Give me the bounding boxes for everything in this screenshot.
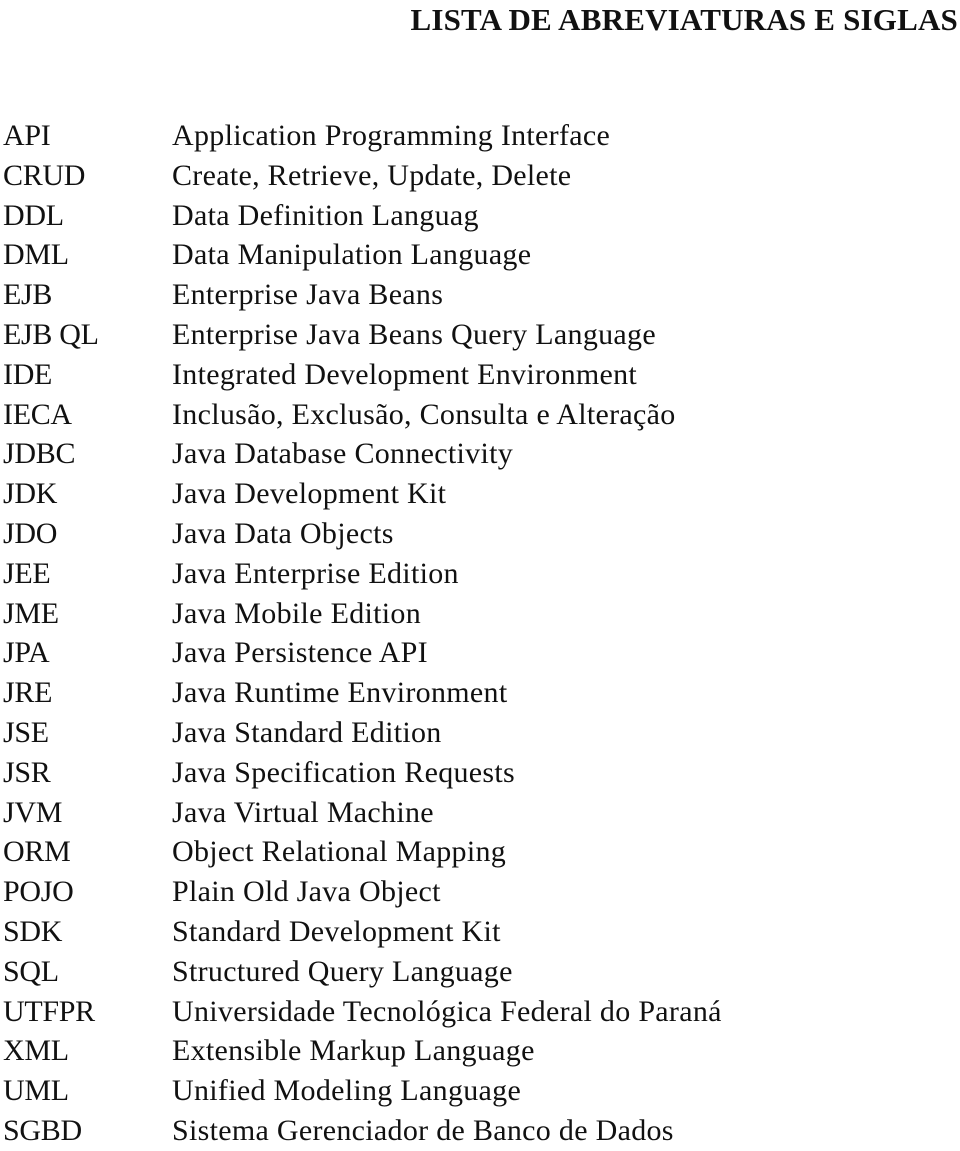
abbreviation-term: JSR <box>3 755 51 789</box>
abbreviation-definition: Structured Query Language <box>172 954 513 988</box>
abbreviation-term: CRUD <box>3 158 86 192</box>
abbreviation-row: JME Java Mobile Edition <box>3 594 722 634</box>
abbreviation-definition: Extensible Markup Language <box>172 1034 535 1068</box>
abbreviation-term: EJB QL <box>3 317 99 351</box>
abbreviation-row: SQL Structured Query Language <box>3 952 722 992</box>
abbreviation-row: SDK Standard Development Kit <box>3 912 722 952</box>
abbreviation-definition: Java Virtual Machine <box>172 795 434 829</box>
abbreviation-row: CRUD Create, Retrieve, Update, Delete <box>3 156 722 196</box>
abbreviation-row: JDK Java Development Kit <box>3 474 722 514</box>
abbreviation-row: ORM Object Relational Mapping <box>3 832 722 872</box>
abbreviation-row: API Application Programming Interface <box>3 116 722 156</box>
abbreviation-definition: Data Definition Languag <box>172 198 479 232</box>
abbreviation-row: UML Unified Modeling Language <box>3 1071 722 1111</box>
abbreviation-row: JDBC Java Database Connectivity <box>3 434 722 474</box>
abbreviation-term: SGBD <box>3 1113 82 1147</box>
abbreviation-definition: Unified Modeling Language <box>172 1074 522 1108</box>
abbreviation-term: API <box>3 119 51 152</box>
abbreviation-definition: Create, Retrieve, Update, Delete <box>172 158 572 192</box>
abbreviation-definition: Java Specification Requests <box>172 755 516 789</box>
abbreviation-definition: Java Enterprise Edition <box>172 556 459 590</box>
abbreviation-term: POJO <box>3 875 74 909</box>
abbreviation-term: JDO <box>3 516 58 550</box>
abbreviation-term: UML <box>3 1074 69 1108</box>
abbreviation-definition: Standard Development Kit <box>172 914 501 948</box>
abbreviation-term: IECA <box>3 397 72 431</box>
abbreviation-definition: Object Relational Mapping <box>172 835 507 869</box>
abbreviation-term: JME <box>3 596 59 630</box>
abbreviation-definition: Java Standard Edition <box>172 715 442 749</box>
abbreviation-definition: Sistema Gerenciador de Banco de Dados <box>172 1113 674 1147</box>
abbreviation-term: EJB <box>3 278 53 312</box>
abbreviation-definition: Java Persistence API <box>172 636 428 670</box>
abbreviation-definition: Java Mobile Edition <box>172 596 421 630</box>
abbreviation-row: JRE Java Runtime Environment <box>3 673 722 713</box>
abbreviation-row: JPA Java Persistence API <box>3 633 722 673</box>
abbreviation-row: JDO Java Data Objects <box>3 514 722 554</box>
abbreviation-term: JSE <box>3 715 49 749</box>
abbreviation-term: ORM <box>3 835 71 869</box>
abbreviation-term: SDK <box>3 914 63 948</box>
abbreviation-row: XML Extensible Markup Language <box>3 1031 722 1071</box>
abbreviation-term: JDBC <box>3 437 76 471</box>
abbreviation-row: JSE Java Standard Edition <box>3 713 722 753</box>
abbreviation-term: UTFPR <box>3 994 95 1028</box>
abbreviation-row: POJO Plain Old Java Object <box>3 872 722 912</box>
abbreviation-term: SQL <box>3 954 59 988</box>
abbreviation-row: IECA Inclusão, Exclusão, Consulta e Alter… <box>3 395 722 435</box>
abbreviation-definition: Universidade Tecnológica Federal do Para… <box>172 994 722 1028</box>
abbreviation-list: API Application Programming Interface CRUD… <box>3 116 722 1151</box>
abbreviation-definition: Java Data Objects <box>172 516 394 550</box>
abbreviation-row: EJB Enterprise Java Beans <box>3 275 722 315</box>
abbreviation-row: IDE Integrated Development Environment <box>3 355 722 395</box>
abbreviation-term: JRE <box>3 676 53 710</box>
abbreviation-definition: Java Runtime Environment <box>172 676 508 710</box>
abbreviation-term: XML <box>3 1034 69 1068</box>
abbreviation-term: JEE <box>3 556 51 590</box>
abbreviation-term: DML <box>3 238 69 272</box>
abbreviation-row: EJB QL Enterprise Java Beans Query Langua… <box>3 315 722 355</box>
abbreviation-definition: Java Development Kit <box>172 477 447 511</box>
abbreviation-definition: Integrated Development Environment <box>172 357 638 391</box>
abbreviation-row: JEE Java Enterprise Edition <box>3 554 722 594</box>
abbreviation-definition: Java Database Connectivity <box>172 437 514 471</box>
abbreviation-term: JDK <box>3 477 58 511</box>
abbreviation-row: DML Data Manipulation Language <box>3 235 722 275</box>
abbreviation-term: IDE <box>3 357 53 391</box>
abbreviation-row: JSR Java Specification Requests <box>3 753 722 793</box>
abbreviation-row: JVM Java Virtual Machine <box>3 793 722 833</box>
abbreviation-definition: Inclusão, Exclusão, Consulta e Alteração <box>172 397 676 431</box>
abbreviation-definition: Enterprise Java Beans Query Language <box>172 317 656 351</box>
page-title: LISTA DE ABREVIATURAS E SIGLAS <box>410 2 958 37</box>
abbreviation-definition: Application Programming Interface <box>172 119 611 152</box>
abbreviation-row: DDL Data Definition Languag <box>3 196 722 236</box>
abbreviation-definition: Enterprise Java Beans <box>172 278 444 312</box>
abbreviation-term: DDL <box>3 198 64 232</box>
abbreviation-definition: Data Manipulation Language <box>172 238 532 272</box>
abbreviation-term: JVM <box>3 795 63 829</box>
abbreviation-row: SGBD Sistema Gerenciador de Banco de Dado… <box>3 1111 722 1151</box>
abbreviation-definition: Plain Old Java Object <box>172 875 441 909</box>
abbreviation-term: JPA <box>3 636 50 670</box>
abbreviation-row: UTFPR Universidade Tecnológica Federal do… <box>3 992 722 1032</box>
